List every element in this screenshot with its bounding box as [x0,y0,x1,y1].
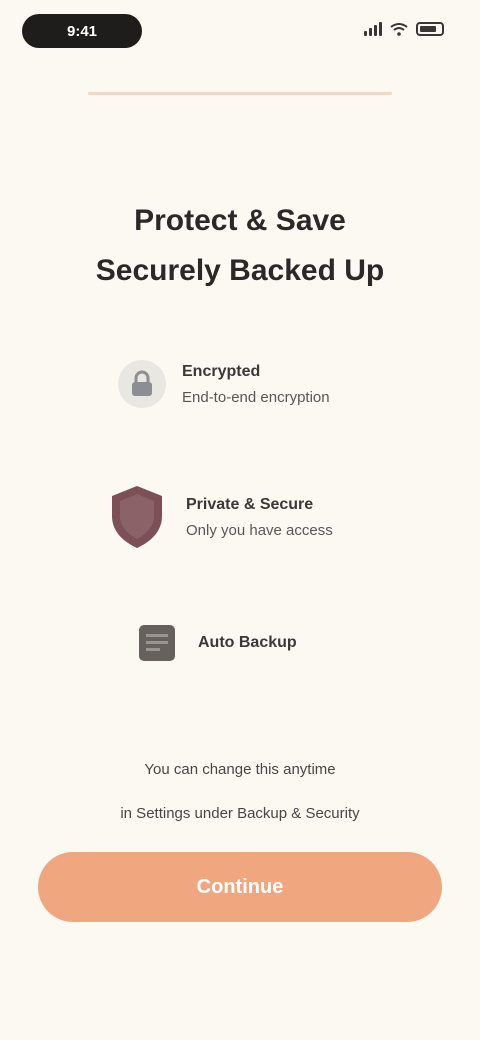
feature-item-encrypted: Encrypted End-to-end encryption [118,360,330,408]
feature-subtitle: Only you have access [186,521,333,539]
feature-item-auto-backup: Auto Backup [132,618,297,668]
status-bar: 9:41 [0,0,480,64]
shield-icon [104,482,170,552]
footnote: You can change this anytime in Settings … [40,748,440,836]
feature-title: Private & Secure [186,495,314,513]
battery-icon [416,22,444,36]
status-time-pill: 9:41 [22,14,142,48]
status-icons [364,22,444,36]
headline-line-2: Securely Backed Up [95,254,385,287]
feature-title: Encrypted [182,362,261,380]
headline-line-1: Protect & Save [134,204,346,237]
status-time: 9:41 [66,22,98,40]
feature-item-private: Private & Secure Only you have access [104,482,333,552]
header-divider [88,92,392,95]
document-icon [132,618,182,668]
continue-button[interactable]: Continue [38,852,442,922]
footnote-line-2: in Settings under Backup & Security [120,805,360,822]
lock-icon [118,360,166,408]
feature-title: Auto Backup [198,634,297,651]
signal-icon [364,22,382,36]
footnote-line-1: You can change this anytime [144,761,336,778]
headline: Protect & Save Securely Backed Up [40,196,440,296]
feature-subtitle: End-to-end encryption [182,388,330,406]
wifi-icon [390,23,408,36]
